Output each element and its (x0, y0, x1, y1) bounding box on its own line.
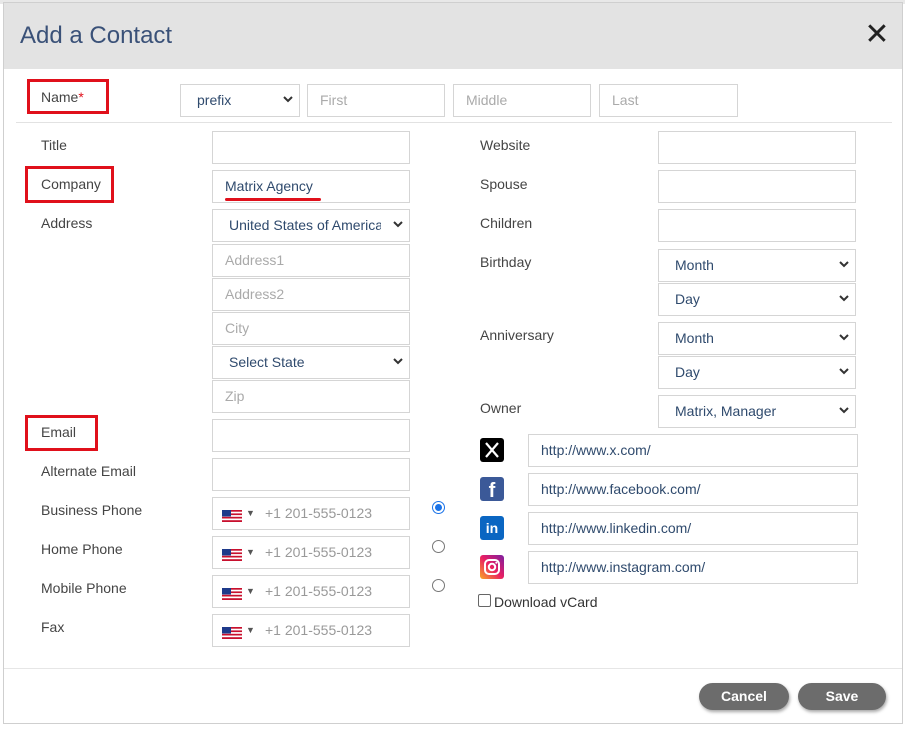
home-phone-primary-radio[interactable] (432, 540, 445, 553)
title-input[interactable] (212, 131, 410, 164)
anniversary-month-select[interactable]: Month (658, 322, 856, 355)
home-phone-label: Home Phone (41, 541, 123, 557)
us-flag-icon (222, 588, 242, 600)
fax-label: Fax (41, 619, 65, 635)
instagram-url-input[interactable]: http://www.instagram.com/ (528, 551, 858, 584)
caret-down-icon: ▼ (246, 508, 255, 518)
x-icon (480, 438, 504, 462)
business-phone-primary-radio[interactable] (432, 501, 445, 514)
website-input[interactable] (658, 131, 856, 164)
company-label: Company (41, 176, 101, 192)
company-underline (225, 198, 321, 201)
mobile-phone-label: Mobile Phone (41, 580, 127, 596)
instagram-icon (480, 555, 504, 579)
us-flag-icon (222, 627, 242, 639)
home-phone-input[interactable]: ▼ +1 201-555-0123 (212, 536, 410, 569)
anniversary-day-select[interactable]: Day (658, 356, 856, 389)
fax-input[interactable]: ▼ +1 201-555-0123 (212, 614, 410, 647)
facebook-icon: f (480, 477, 504, 502)
middle-name-input[interactable]: Middle (453, 84, 591, 117)
chevron-down-icon (839, 357, 849, 375)
children-label: Children (480, 215, 533, 231)
us-flag-icon (222, 510, 242, 522)
save-button[interactable]: Save (798, 683, 886, 710)
dialog-title: Add a Contact (20, 22, 173, 49)
business-phone-input[interactable]: ▼ +1 201-555-0123 (212, 497, 410, 530)
chevron-down-icon (283, 85, 293, 103)
birthday-day-select[interactable]: Day (658, 283, 856, 316)
address2-input[interactable]: Address2 (212, 278, 410, 311)
caret-down-icon: ▼ (246, 547, 255, 557)
city-input[interactable]: City (212, 312, 410, 345)
address-label: Address (41, 215, 93, 231)
state-select[interactable]: Select State (212, 346, 410, 379)
x-url-input[interactable]: http://www.x.com/ (528, 434, 858, 467)
owner-select[interactable]: Matrix, Manager (658, 395, 856, 428)
chevron-down-icon (393, 347, 403, 365)
footer-divider (4, 668, 902, 669)
children-input[interactable] (658, 209, 856, 242)
email-input[interactable] (212, 419, 410, 452)
zip-input[interactable]: Zip (212, 380, 410, 413)
cancel-button[interactable]: Cancel (699, 683, 789, 710)
alternate-email-input[interactable] (212, 458, 410, 491)
name-label: Name* (41, 89, 84, 105)
anniversary-label: Anniversary (480, 327, 554, 343)
address1-input[interactable]: Address1 (212, 244, 410, 277)
website-label: Website (480, 137, 531, 153)
first-name-input[interactable]: First (307, 84, 445, 117)
caret-down-icon: ▼ (246, 625, 255, 635)
chevron-down-icon (393, 210, 403, 228)
email-label: Email (41, 424, 77, 440)
business-phone-label: Business Phone (41, 502, 143, 518)
title-label: Title (41, 137, 67, 153)
birthday-month-select[interactable]: Month (658, 249, 856, 282)
mobile-phone-input[interactable]: ▼ +1 201-555-0123 (212, 575, 410, 608)
facebook-url-input[interactable]: http://www.facebook.com/ (528, 473, 858, 506)
mobile-phone-primary-radio[interactable] (432, 579, 445, 592)
last-name-input[interactable]: Last (599, 84, 738, 117)
linkedin-url-input[interactable]: http://www.linkedin.com/ (528, 512, 858, 545)
download-vcard-label[interactable]: Download vCard (494, 594, 598, 610)
chevron-down-icon (839, 284, 849, 302)
country-select[interactable]: United States of America (212, 209, 410, 242)
birthday-label: Birthday (480, 254, 532, 270)
linkedin-icon: in (480, 516, 504, 540)
owner-label: Owner (480, 400, 522, 416)
download-vcard-checkbox[interactable] (478, 594, 491, 607)
close-icon[interactable]: ✕ (864, 20, 890, 50)
alternate-email-label: Alternate Email (41, 463, 136, 479)
chevron-down-icon (839, 323, 849, 341)
us-flag-icon (222, 549, 242, 561)
chevron-down-icon (839, 250, 849, 268)
spouse-input[interactable] (658, 170, 856, 203)
spouse-label: Spouse (480, 176, 528, 192)
add-contact-dialog: Add a Contact ✕ Name* prefix First Middl… (3, 2, 903, 724)
caret-down-icon: ▼ (246, 586, 255, 596)
name-divider (16, 122, 892, 123)
chevron-down-icon (839, 396, 849, 414)
prefix-select[interactable]: prefix (180, 84, 300, 117)
dialog-header: Add a Contact ✕ (4, 3, 902, 69)
